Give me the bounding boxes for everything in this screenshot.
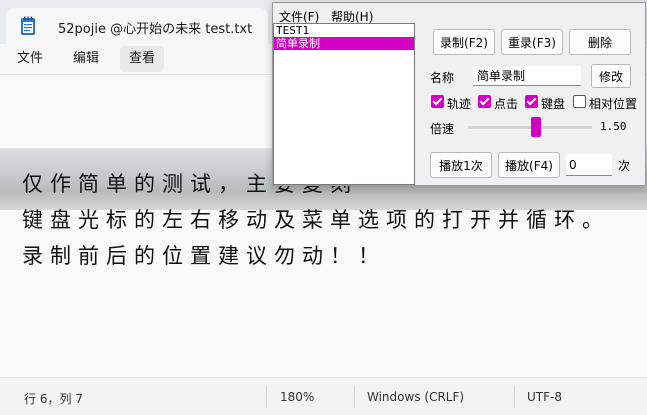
notepad-tab[interactable]: 52pojie @心开始の未来 test.txt xyxy=(6,8,268,44)
menu-view[interactable]: 查看 xyxy=(120,46,165,72)
status-divider xyxy=(266,386,267,408)
speed-slider-thumb[interactable] xyxy=(531,117,542,137)
status-encoding: UTF-8 xyxy=(527,390,562,404)
status-cursor-position: 行 6，列 7 xyxy=(24,392,83,406)
play-once-button[interactable]: 播放1次 xyxy=(430,152,492,178)
delete-button[interactable]: 删除 xyxy=(569,29,631,55)
record-button[interactable]: 录制(F2) xyxy=(433,29,495,55)
content-line: 键盘光标的左右移动及菜单选项的打开并循环。 xyxy=(22,208,610,232)
recorder-dialog: 文件(F) 帮助(H) TEST1 简单录制 录制(F2) 重录(F3) 删除 … xyxy=(272,2,646,186)
play-button[interactable]: 播放(F4) xyxy=(498,152,560,178)
checkbox-checked-icon[interactable] xyxy=(478,95,491,108)
recording-list-item[interactable]: TEST1 xyxy=(274,24,414,37)
name-label: 名称 xyxy=(430,71,455,85)
status-line-ending: Windows (CRLF) xyxy=(367,390,465,404)
recording-list[interactable]: TEST1 简单录制 xyxy=(273,23,415,185)
checkbox-checked-icon[interactable] xyxy=(525,95,538,108)
play-count-input[interactable]: 0 xyxy=(566,154,612,176)
notepad-file-icon xyxy=(21,16,35,35)
name-input[interactable]: 简单录制 xyxy=(473,66,581,86)
notepad-tab-title: 52pojie @心开始の未来 test.txt xyxy=(58,22,253,37)
menu-edit[interactable]: 编辑 xyxy=(64,46,108,72)
speed-label: 倍速 xyxy=(430,122,455,136)
rerecord-button[interactable]: 重录(F3) xyxy=(501,29,563,55)
count-suffix: 次 xyxy=(618,159,631,173)
checkbox-checked-icon[interactable] xyxy=(431,95,444,108)
recording-list-item-selected[interactable]: 简单录制 xyxy=(274,37,414,50)
status-divider xyxy=(354,386,355,408)
content-line: 录制前后的位置建议勿动！！ xyxy=(22,244,386,268)
menu-file[interactable]: 文件 xyxy=(8,46,52,72)
checkbox-unchecked-icon[interactable] xyxy=(573,95,586,108)
speed-slider-track[interactable] xyxy=(468,126,592,129)
status-zoom: 180% xyxy=(280,390,315,404)
speed-value: 1.50 xyxy=(600,120,627,133)
status-divider xyxy=(514,386,515,408)
status-bar: 行 6，列 7 180% Windows (CRLF) UTF-8 xyxy=(0,377,647,415)
modify-button[interactable]: 修改 xyxy=(591,64,631,88)
